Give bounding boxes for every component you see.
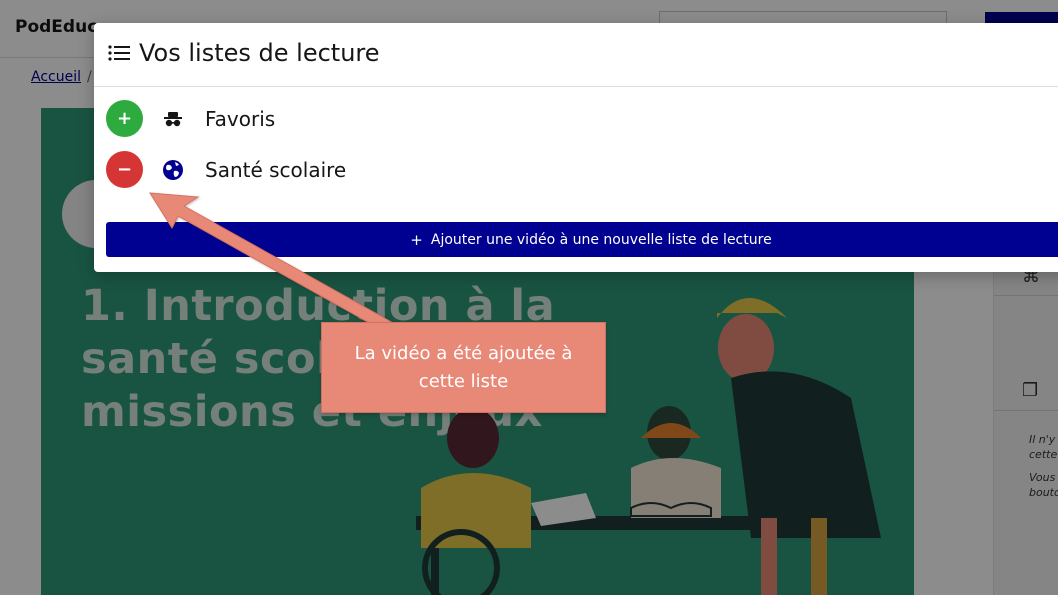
globe-icon	[163, 160, 183, 180]
incognito-icon	[164, 112, 182, 127]
modal-header: Vos listes de lecture	[94, 23, 1058, 87]
annotation-tooltip: La vidéo a été ajoutée à cette liste	[321, 322, 606, 413]
playlist-modal: Vos listes de lecture + Favoris − Santé …	[94, 23, 1058, 272]
remove-from-playlist-button[interactable]: −	[106, 151, 143, 188]
add-to-new-playlist-label: Ajouter une vidéo à une nouvelle liste d…	[430, 231, 772, 248]
plus-icon: +	[410, 230, 423, 249]
playlist-label-favoris[interactable]: Favoris	[205, 107, 275, 131]
playlist-label-sante-scolaire[interactable]: Santé scolaire	[205, 158, 346, 182]
playlist-row-favoris: + Favoris	[106, 100, 506, 138]
modal-title: Vos listes de lecture	[139, 39, 380, 67]
playlist-row-sante-scolaire: − Santé scolaire	[106, 151, 506, 189]
add-to-playlist-button[interactable]: +	[106, 100, 143, 137]
add-to-new-playlist-button[interactable]: + Ajouter une vidéo à une nouvelle liste…	[106, 222, 1058, 257]
list-icon	[108, 45, 130, 61]
